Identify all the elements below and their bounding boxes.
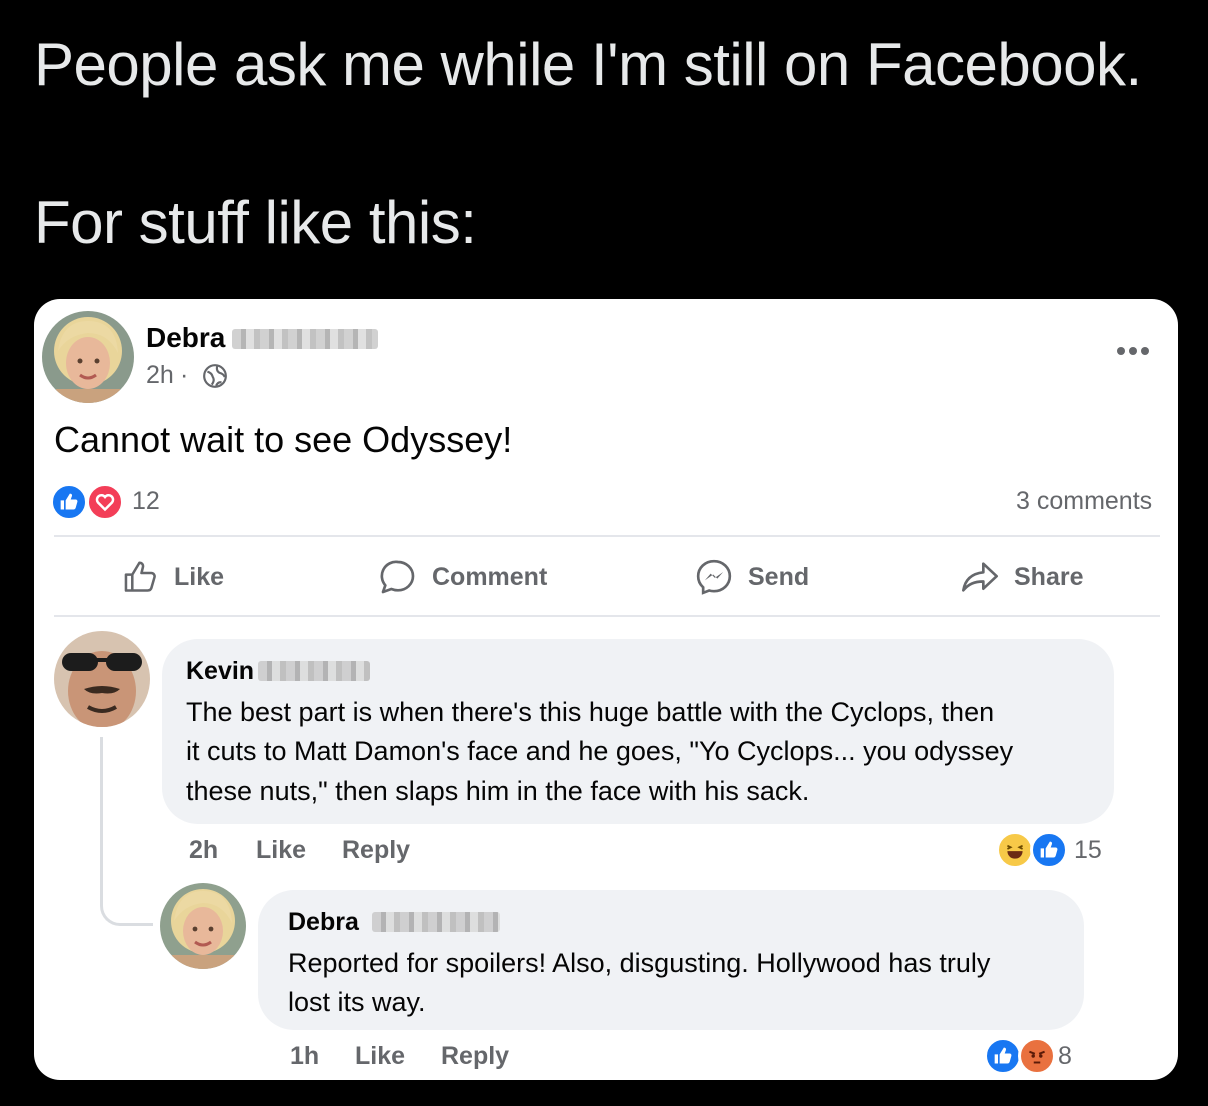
like-button-label: Like (174, 562, 225, 591)
thumbs-up-icon (124, 561, 156, 592)
post-author-avatar[interactable] (42, 311, 134, 403)
post-reaction-count[interactable]: 12 (132, 487, 160, 516)
haha-reaction-icon (996, 831, 1034, 869)
send-button-label: Send (748, 562, 810, 591)
comment-text-line: these nuts," then slaps him in the face … (186, 776, 810, 806)
reply-author-name[interactable]: Debra (288, 908, 359, 937)
post-time-separator: · (180, 361, 189, 389)
comment-author-avatar[interactable] (54, 631, 150, 727)
reply-timestamp[interactable]: 1h (290, 1042, 319, 1071)
divider-top (54, 535, 1160, 537)
post-comments-count[interactable]: 3 comments (1016, 487, 1152, 516)
more-options-icon[interactable] (1116, 345, 1150, 357)
comment-reaction-count[interactable]: 15 (1074, 836, 1102, 865)
like-reaction-icon (50, 483, 88, 521)
reply-author-avatar[interactable] (160, 883, 246, 969)
like-button[interactable]: Like (122, 557, 224, 597)
comment-bubble: Kevin The best part is when there's this… (162, 639, 1114, 824)
send-button[interactable]: Send (694, 557, 809, 597)
tweet-text-line-1: People ask me while I'm still on Faceboo… (34, 31, 1142, 98)
reply-bubble: Debra Reported for spoilers! Also, disgu… (258, 890, 1084, 1030)
like-reaction-icon (1030, 831, 1068, 869)
comment-author-name[interactable]: Kevin (186, 657, 254, 686)
comment-reply-button[interactable]: Reply (342, 836, 410, 865)
post-author-name[interactable]: Debra (146, 322, 225, 354)
tweet-text-line-2: For stuff like this: (34, 189, 477, 256)
like-reaction-icon (984, 1037, 1022, 1075)
comment-timestamp[interactable]: 2h (189, 836, 218, 865)
share-arrow-icon (962, 562, 998, 592)
reply-text-line: lost its way. (288, 987, 426, 1017)
love-reaction-icon (86, 483, 124, 521)
comment-button[interactable]: Comment (378, 557, 547, 597)
reply-author-surname-blurred (372, 912, 500, 932)
divider-bottom (54, 615, 1160, 617)
comment-button-label: Comment (432, 562, 548, 591)
messenger-icon (696, 559, 732, 595)
comment-text-line: The best part is when there's this huge … (186, 697, 995, 727)
angry-reaction-icon (1018, 1037, 1056, 1075)
comment-author-surname-blurred (258, 661, 370, 681)
post-author-surname-blurred (232, 329, 378, 349)
share-button[interactable]: Share (960, 557, 1083, 597)
post-timestamp[interactable]: 2h (146, 361, 174, 390)
comment-like-button[interactable]: Like (256, 836, 306, 865)
reply-like-button[interactable]: Like (355, 1042, 405, 1071)
comment-text-line: it cuts to Matt Damon's face and he goes… (186, 736, 1014, 766)
reply-reply-button[interactable]: Reply (441, 1042, 509, 1071)
reply-thread-line (100, 737, 153, 926)
reply-text-line: Reported for spoilers! Also, disgusting.… (288, 948, 991, 978)
post-text: Cannot wait to see Odyssey! (54, 419, 513, 460)
facebook-post-card: Debra 2h · Cannot wait to see Odyssey! 1… (34, 299, 1178, 1080)
globe-icon (203, 364, 227, 388)
share-button-label: Share (1014, 562, 1084, 591)
comment-bubble-icon (380, 560, 415, 594)
reply-reaction-count[interactable]: 8 (1058, 1042, 1072, 1071)
